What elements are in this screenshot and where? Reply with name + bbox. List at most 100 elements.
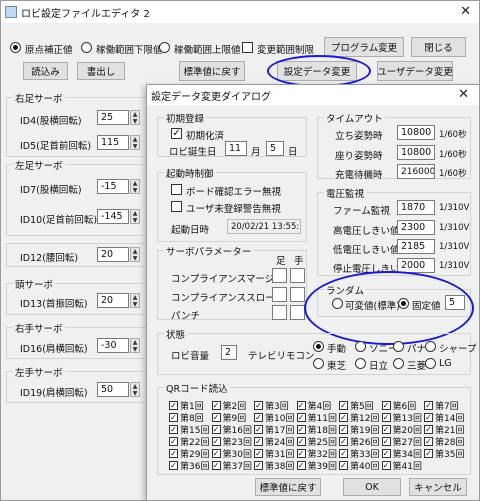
- qr-checkbox[interactable]: ✓: [211, 425, 221, 434]
- id4-input[interactable]: 25: [97, 110, 129, 125]
- qr-checkbox[interactable]: ✓: [169, 437, 178, 446]
- id16-spinner[interactable]: ▲ ▼: [130, 338, 140, 353]
- qr-item[interactable]: ✓ 第38回: [254, 459, 294, 472]
- compliance-margin-hand[interactable]: [290, 268, 305, 283]
- punch-foot[interactable]: [272, 305, 287, 320]
- mode-radio-origin[interactable]: [10, 42, 21, 53]
- dialog-close-icon[interactable]: ✕: [458, 87, 469, 102]
- load-button[interactable]: 読込み: [23, 62, 68, 80]
- birthday-month-input[interactable]: 11: [225, 141, 247, 156]
- id10-spinner[interactable]: ▲ ▼: [130, 209, 140, 224]
- qr-item[interactable]: ✓ 第35回: [424, 447, 464, 460]
- qr-checkbox[interactable]: ✓: [381, 461, 391, 470]
- qr-checkbox[interactable]: ✓: [169, 401, 178, 410]
- qr-checkbox[interactable]: ✓: [254, 401, 263, 410]
- board-error-checkbox[interactable]: [171, 184, 182, 195]
- qr-checkbox[interactable]: ✓: [424, 401, 433, 410]
- id16-input[interactable]: -30: [97, 338, 129, 353]
- qr-checkbox[interactable]: ✓: [339, 437, 348, 446]
- qr-checkbox[interactable]: ✓: [211, 437, 221, 446]
- qr-checkbox[interactable]: ✓: [169, 425, 178, 434]
- id12-spinner[interactable]: ▲ ▼: [130, 247, 140, 262]
- qr-checkbox[interactable]: ✓: [339, 401, 348, 410]
- qr-checkbox[interactable]: ✓: [169, 449, 178, 458]
- voltage-firm-input[interactable]: 1870: [397, 200, 435, 215]
- cancel-button[interactable]: キャンセル: [409, 478, 467, 496]
- close-icon[interactable]: ✕: [460, 4, 471, 19]
- id19-input[interactable]: 50: [97, 382, 129, 397]
- id12-input[interactable]: 20: [97, 247, 129, 262]
- qr-checkbox[interactable]: ✓: [254, 437, 263, 446]
- program-change-button[interactable]: プログラム変更: [324, 37, 404, 57]
- mode-radio-lower[interactable]: [81, 42, 92, 53]
- reset-std-button[interactable]: 標準値に戻す: [179, 61, 245, 81]
- qr-item[interactable]: ✓ 第37回: [211, 459, 252, 472]
- qr-checkbox[interactable]: ✓: [254, 449, 263, 458]
- dialog-reset-button[interactable]: 標準値に戻す: [255, 478, 321, 496]
- maker-radio-lg[interactable]: [425, 358, 436, 369]
- close-button[interactable]: 閉じる: [411, 37, 466, 57]
- id19-spinner[interactable]: ▲ ▼: [130, 382, 140, 397]
- qr-checkbox[interactable]: ✓: [424, 413, 433, 422]
- qr-checkbox[interactable]: ✓: [424, 437, 433, 446]
- qr-checkbox[interactable]: ✓: [339, 413, 348, 422]
- qr-checkbox[interactable]: ✓: [254, 425, 263, 434]
- qr-checkbox[interactable]: ✓: [211, 449, 221, 458]
- ok-button[interactable]: OK: [343, 478, 401, 496]
- qr-checkbox[interactable]: ✓: [296, 437, 306, 446]
- user-warning-checkbox[interactable]: [171, 201, 182, 212]
- qr-checkbox[interactable]: ✓: [339, 461, 348, 470]
- maker-radio-pana[interactable]: [393, 341, 404, 352]
- maker-radio-sony[interactable]: [355, 341, 366, 352]
- qr-item[interactable]: ✓ 第39回: [296, 459, 337, 472]
- voltage-low-input[interactable]: 2185: [397, 239, 435, 254]
- qr-checkbox[interactable]: ✓: [296, 425, 306, 434]
- qr-checkbox[interactable]: ✓: [211, 413, 221, 422]
- mode-radio-upper[interactable]: [159, 42, 170, 53]
- qr-checkbox[interactable]: ✓: [339, 425, 348, 434]
- qr-checkbox[interactable]: ✓: [339, 449, 348, 458]
- qr-checkbox[interactable]: ✓: [381, 413, 391, 422]
- volume-input[interactable]: 2: [221, 345, 237, 360]
- maker-radio-toshiba[interactable]: [313, 358, 324, 369]
- initialized-checkbox[interactable]: ✓: [171, 128, 182, 139]
- maker-radio-manual[interactable]: [313, 341, 324, 352]
- qr-item[interactable]: ✓ 第41回: [381, 459, 422, 472]
- qr-checkbox[interactable]: ✓: [296, 449, 306, 458]
- id5-spinner[interactable]: ▲ ▼: [130, 135, 140, 150]
- voltage-high-input[interactable]: 2300: [397, 220, 435, 235]
- id7-input[interactable]: -15: [97, 179, 129, 194]
- qr-checkbox[interactable]: ✓: [381, 401, 391, 410]
- id5-input[interactable]: 115: [97, 135, 129, 150]
- range-limit-checkbox[interactable]: [242, 42, 253, 53]
- compliance-slope-hand[interactable]: [290, 287, 305, 302]
- maker-radio-hitachi[interactable]: [355, 358, 366, 369]
- birthday-day-input[interactable]: 5: [266, 141, 284, 156]
- qr-checkbox[interactable]: ✓: [296, 413, 306, 422]
- qr-item[interactable]: ✓ 第36回: [169, 459, 209, 472]
- maker-radio-mitsubishi[interactable]: [393, 358, 404, 369]
- id13-input[interactable]: 20: [97, 293, 129, 308]
- id4-spinner[interactable]: ▲ ▼: [130, 110, 140, 125]
- write-button[interactable]: 書出し: [77, 62, 125, 80]
- qr-checkbox[interactable]: ✓: [381, 437, 391, 446]
- qr-checkbox[interactable]: ✓: [424, 449, 433, 458]
- compliance-slope-foot[interactable]: [272, 287, 287, 302]
- id13-spinner[interactable]: ▲ ▼: [130, 293, 140, 308]
- maker-radio-sharp[interactable]: [425, 341, 436, 352]
- qr-checkbox[interactable]: ✓: [254, 461, 263, 470]
- qr-checkbox[interactable]: ✓: [211, 461, 221, 470]
- id7-spinner[interactable]: ▲ ▼: [130, 179, 140, 194]
- qr-checkbox[interactable]: ✓: [296, 461, 306, 470]
- user-data-change-button[interactable]: ユーザデータ変更: [377, 61, 453, 81]
- qr-checkbox[interactable]: ✓: [424, 425, 433, 434]
- id10-input[interactable]: -145: [97, 209, 129, 224]
- compliance-margin-foot[interactable]: [272, 268, 287, 283]
- qr-checkbox[interactable]: ✓: [381, 425, 391, 434]
- qr-checkbox[interactable]: ✓: [296, 401, 306, 410]
- punch-hand[interactable]: [290, 305, 305, 320]
- qr-checkbox[interactable]: ✓: [381, 449, 391, 458]
- qr-item[interactable]: ✓ 第40回: [339, 459, 379, 472]
- timeout-standing-input[interactable]: 10800: [397, 125, 435, 140]
- timeout-charging-input[interactable]: 216000: [397, 164, 435, 179]
